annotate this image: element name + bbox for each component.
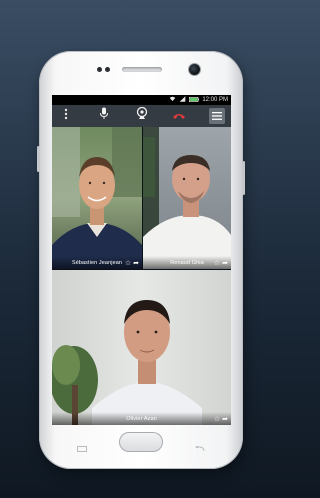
signal-icon [179, 96, 186, 104]
menu-icon [212, 107, 222, 125]
recent-apps-softkey[interactable] [77, 439, 87, 452]
participant-name: Sébastien Jeanjean [71, 259, 123, 266]
participant-video-tile[interactable]: Olivier Azan ☆ ➦ [52, 270, 231, 425]
wifi-icon [169, 96, 176, 104]
share-icon[interactable]: ➦ [222, 415, 228, 423]
phone-frame: 12:00 PM Sébastien Jeanjean ☆ ➦ Renaud G… [37, 51, 245, 469]
webcam-icon [136, 106, 148, 125]
share-icon[interactable]: ➦ [133, 259, 139, 267]
participant-video-frame [52, 270, 231, 425]
participant-name: Renaud Ghia [170, 259, 204, 266]
star-icon[interactable]: ☆ [125, 259, 131, 267]
more-options-button[interactable] [58, 108, 74, 124]
volume-button [37, 146, 40, 172]
hang-up-button[interactable] [171, 108, 187, 124]
more-vertical-icon [64, 107, 68, 125]
call-toolbar [52, 105, 231, 127]
microphone-icon [99, 107, 109, 125]
participant-name: Olivier Azan [126, 415, 157, 422]
status-bar: 12:00 PM [52, 95, 231, 105]
status-time: 12:00 PM [202, 97, 228, 103]
participant-video-tile[interactable]: Renaud Ghia ☆ ➦ [143, 127, 231, 269]
earpiece-speaker [122, 67, 162, 72]
participant-name-bar: Olivier Azan [52, 412, 231, 425]
participant-actions: ☆ ➦ [214, 415, 228, 423]
phone-screen: 12:00 PM Sébastien Jeanjean ☆ ➦ Renaud G… [52, 95, 231, 425]
participant-actions: ☆ ➦ [214, 259, 228, 267]
star-icon[interactable]: ☆ [214, 259, 220, 267]
hang-up-icon [172, 107, 186, 125]
participant-video-frame [52, 127, 142, 269]
star-icon[interactable]: ☆ [214, 415, 220, 423]
participant-video-tile[interactable]: Sébastien Jeanjean ☆ ➦ [52, 127, 142, 269]
share-icon[interactable]: ➦ [222, 259, 228, 267]
battery-icon [189, 96, 200, 104]
participant-actions: ☆ ➦ [125, 259, 139, 267]
home-button[interactable] [119, 432, 163, 452]
video-grid: Sébastien Jeanjean ☆ ➦ Renaud Ghia ☆ ➦ O… [52, 127, 231, 425]
back-softkey[interactable] [194, 439, 205, 452]
menu-button[interactable] [209, 108, 225, 124]
participant-video-frame [143, 127, 231, 269]
front-camera [189, 64, 200, 75]
power-button [242, 161, 245, 195]
light-sensor [105, 67, 110, 72]
proximity-sensor [97, 67, 102, 72]
camera-button[interactable] [134, 106, 150, 125]
microphone-button[interactable] [96, 107, 112, 125]
